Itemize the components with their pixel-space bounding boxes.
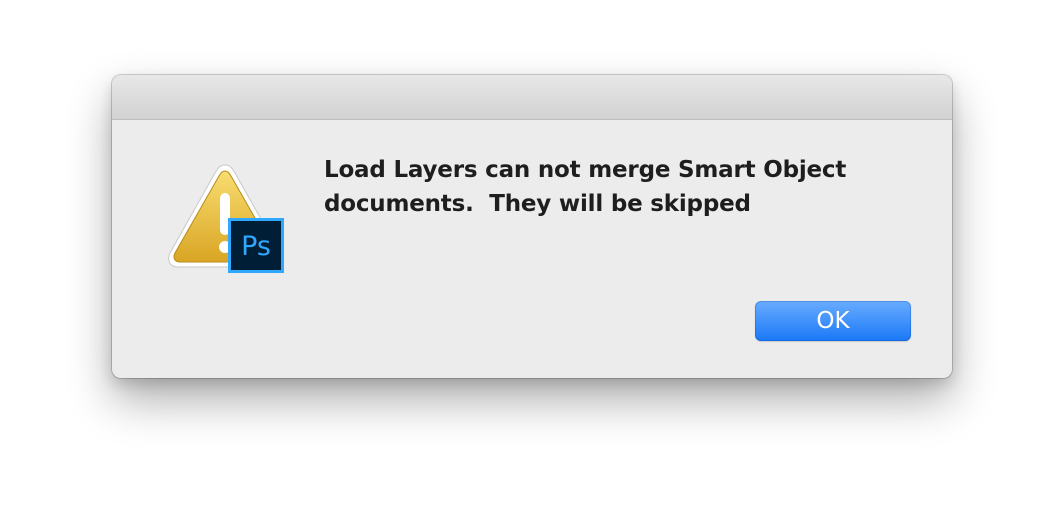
ok-button[interactable]: OK [755, 301, 911, 341]
photoshop-app-icon: Ps [228, 218, 284, 273]
dialog-titlebar[interactable] [112, 75, 952, 120]
warning-triangle-icon: Ps [168, 164, 284, 273]
alert-dialog: Ps Load Layers can not merge Smart Objec… [112, 75, 952, 378]
screen: Ps Load Layers can not merge Smart Objec… [0, 0, 1064, 526]
app-badge-text: Ps [241, 231, 271, 262]
alert-message: Load Layers can not merge Smart Object d… [324, 157, 854, 217]
alert-icon: Ps [164, 163, 286, 275]
